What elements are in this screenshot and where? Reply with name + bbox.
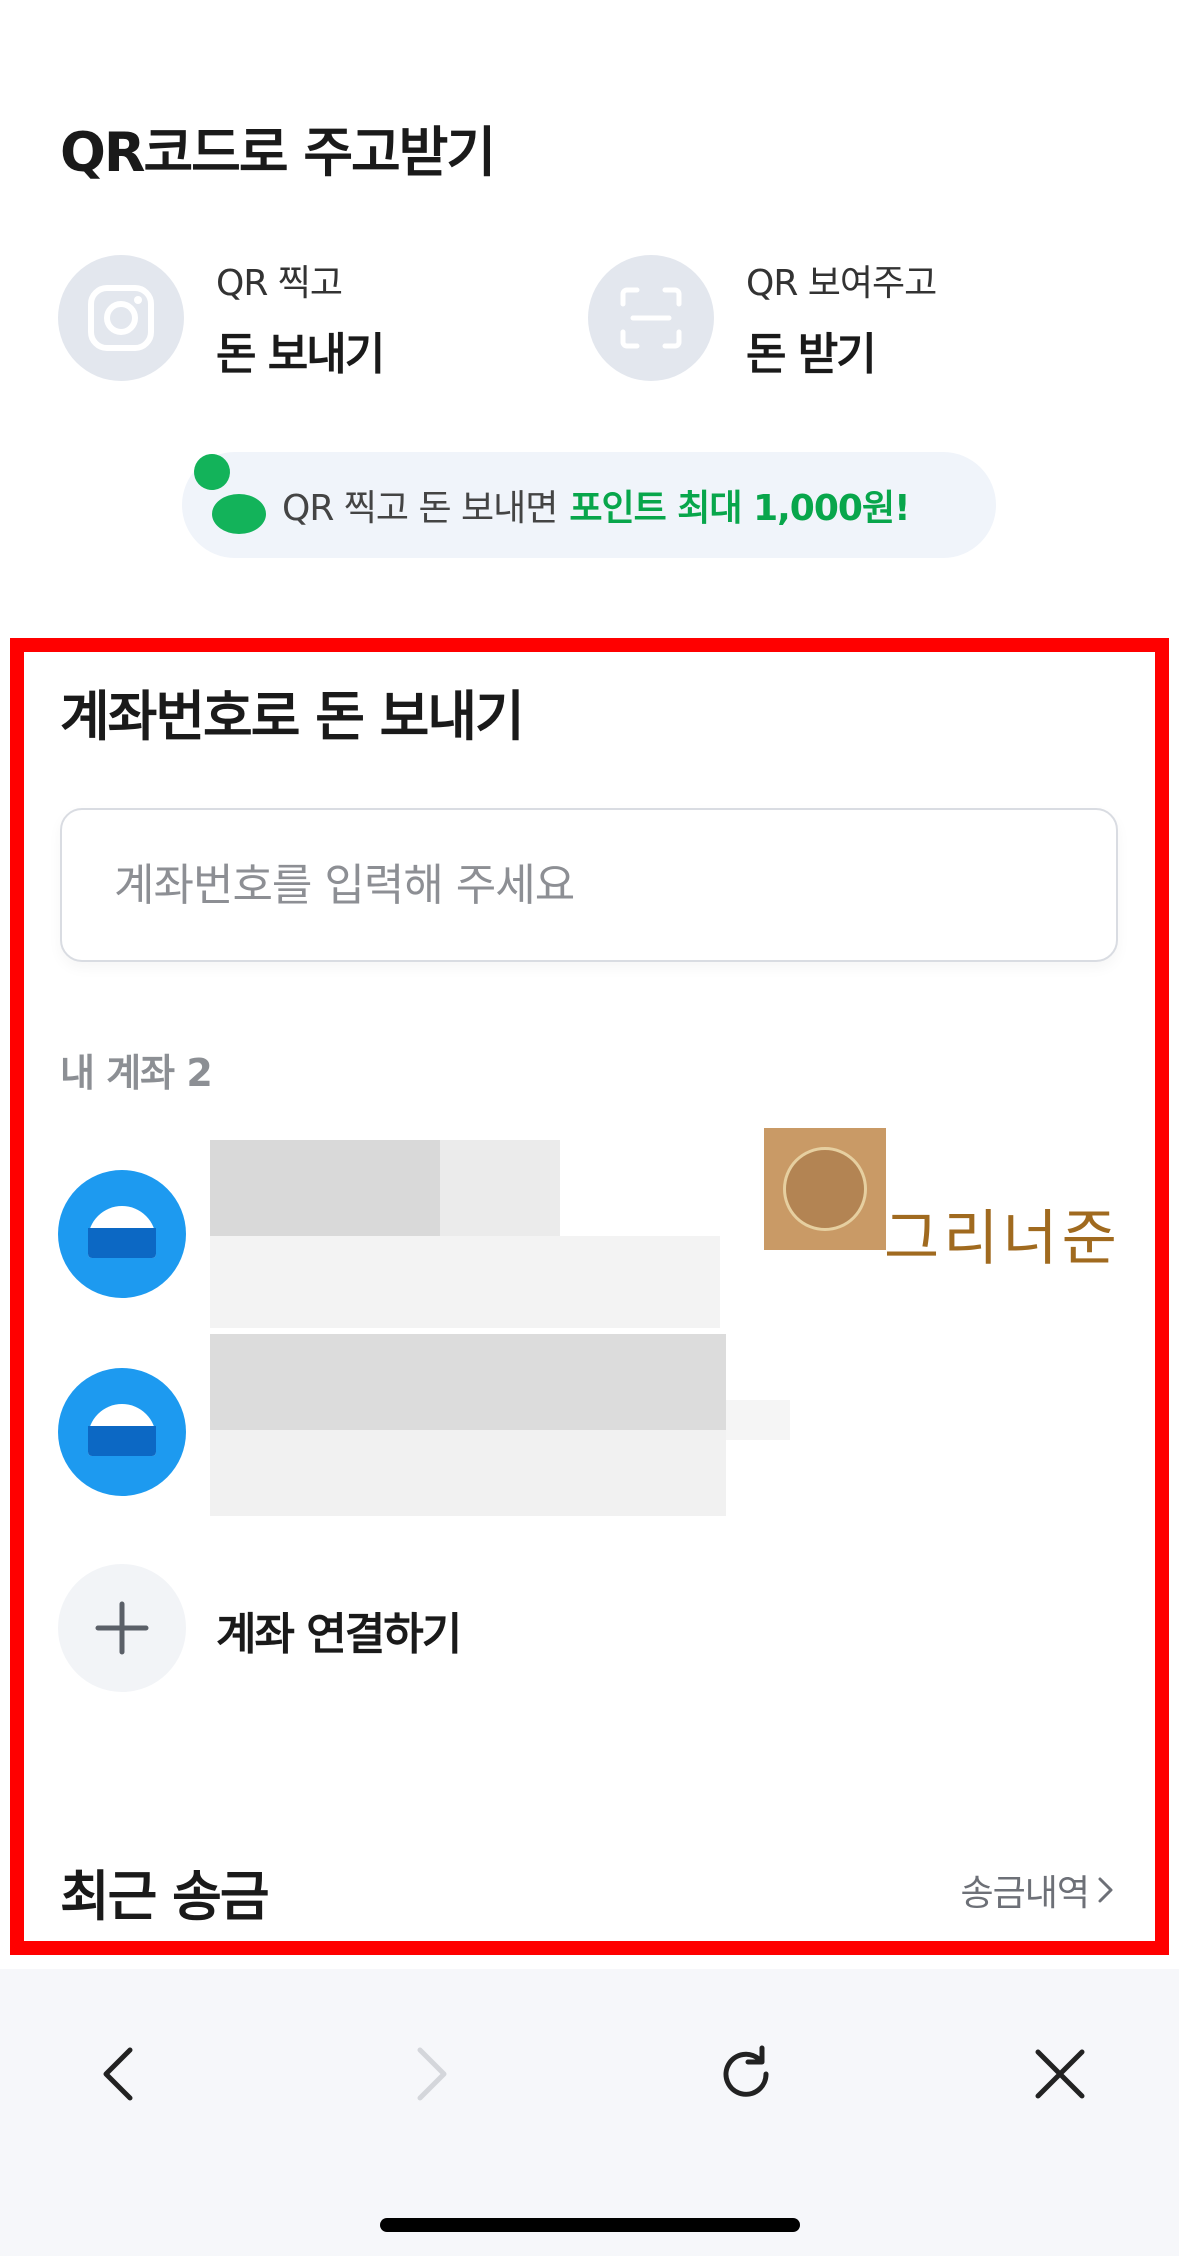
- qr-show-receive-button[interactable]: QR 보여주고 돈 받기: [588, 254, 937, 382]
- plus-icon: [95, 1601, 149, 1655]
- qr-section-title: QR코드로 주고받기: [60, 121, 496, 184]
- transfer-history-link[interactable]: 송금내역: [961, 1864, 1117, 1916]
- watermark-stamp: [764, 1128, 886, 1250]
- qr-show-main-label: 돈 받기: [746, 329, 877, 380]
- account-number-input[interactable]: [60, 808, 1118, 962]
- reload-button[interactable]: [706, 2034, 786, 2114]
- promo-text: QR 찍고 돈 보내면: [282, 488, 558, 529]
- qr-scan-main-label: 돈 보내기: [216, 329, 385, 380]
- recent-transfers-title: 최근 송금: [60, 1865, 270, 1928]
- close-icon: [1035, 2049, 1085, 2099]
- transfer-history-label: 송금내역: [960, 1873, 1090, 1914]
- chevron-left-icon: [103, 2047, 133, 2101]
- bank-logo-icon[interactable]: [58, 1170, 186, 1298]
- promo-highlight: 포인트 최대 1,000원!: [569, 488, 910, 529]
- qr-promo-banner[interactable]: QR 찍고 돈 보내면 포인트 최대 1,000원!: [182, 452, 996, 558]
- forward-button[interactable]: [392, 2034, 472, 2114]
- watermark-name: 그리너준: [884, 1204, 1121, 1274]
- qr-scan-frame-icon: [588, 255, 714, 381]
- back-button[interactable]: [78, 2034, 158, 2114]
- close-button[interactable]: [1020, 2034, 1100, 2114]
- qr-show-sub-label: QR 보여주고: [746, 263, 937, 304]
- add-account-label[interactable]: 계좌 연결하기: [216, 1598, 462, 1662]
- chevron-right-icon: [1098, 1877, 1113, 1903]
- bank-logo-icon[interactable]: [58, 1368, 186, 1496]
- account-transfer-title: 계좌번호로 돈 보내기: [60, 685, 525, 748]
- chevron-right-icon: [417, 2047, 447, 2101]
- qr-scan-send-button[interactable]: QR 찍고 돈 보내기: [58, 254, 385, 382]
- my-accounts-label: 내 계좌 2: [60, 1051, 213, 1095]
- home-indicator[interactable]: [380, 2218, 800, 2232]
- qr-scan-sub-label: QR 찍고: [216, 263, 343, 304]
- transfer-page: QR코드로 주고받기 QR 찍고 돈 보내기 QR 보여주고 돈 받기 QR 찍…: [0, 0, 1179, 2256]
- coin-icon: [212, 494, 266, 534]
- add-account-button[interactable]: [58, 1564, 186, 1692]
- camera-icon: [58, 255, 184, 381]
- browser-toolbar: [0, 1969, 1179, 2256]
- reload-icon: [723, 2045, 769, 2097]
